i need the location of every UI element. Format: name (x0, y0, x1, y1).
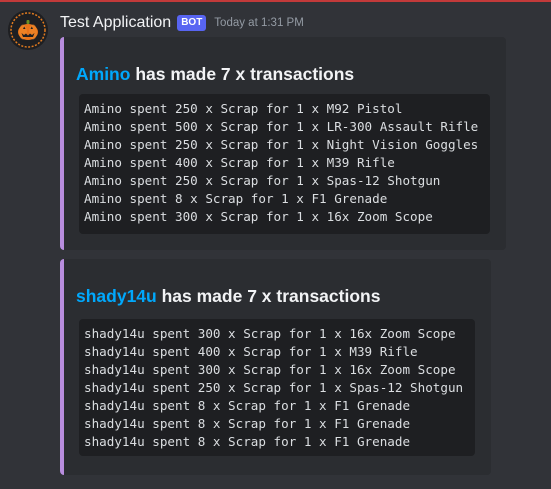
transaction-line: shady14u spent 400 x Scrap for 1 x M39 R… (84, 344, 418, 359)
transaction-line: Amino spent 250 x Scrap for 1 x Spas-12 … (84, 173, 441, 188)
author-avatar[interactable] (8, 10, 48, 50)
transaction-codeblock: shady14u spent 300 x Scrap for 1 x 16x Z… (79, 319, 475, 456)
embed-title-text: has made 7 x transactions (130, 64, 355, 84)
transaction-line: shady14u spent 300 x Scrap for 1 x 16x Z… (84, 362, 456, 377)
author-name[interactable]: Test Application (60, 14, 171, 32)
transaction-line: shady14u spent 8 x Scrap for 1 x F1 Gren… (84, 416, 411, 431)
transaction-line: shady14u spent 250 x Scrap for 1 x Spas-… (84, 380, 464, 395)
transaction-line: Amino spent 250 x Scrap for 1 x M92 Pist… (84, 101, 403, 116)
embed-title: Amino has made 7 x transactions (76, 64, 354, 85)
transaction-line: Amino spent 250 x Scrap for 1 x Night Vi… (84, 137, 479, 152)
embed-player-name[interactable]: Amino (76, 64, 130, 84)
transaction-line: shady14u spent 8 x Scrap for 1 x F1 Gren… (84, 434, 411, 449)
transaction-embed: Amino has made 7 x transactions Amino sp… (60, 37, 506, 250)
message-timestamp[interactable]: Today at 1:31 PM (214, 17, 304, 29)
bot-badge: BOT (177, 15, 207, 31)
transaction-line: Amino spent 300 x Scrap for 1 x 16x Zoom… (84, 209, 433, 224)
message-header: Test Application BOT Today at 1:31 PM (60, 12, 304, 34)
transaction-line: shady14u spent 8 x Scrap for 1 x F1 Gren… (84, 398, 411, 413)
chat-message: Test Application BOT Today at 1:31 PM Am… (0, 0, 551, 489)
embed-player-name[interactable]: shady14u (76, 286, 157, 306)
transaction-codeblock: Amino spent 250 x Scrap for 1 x M92 Pist… (79, 94, 490, 234)
transaction-line: shady14u spent 300 x Scrap for 1 x 16x Z… (84, 326, 456, 341)
embed-title-text: has made 7 x transactions (156, 286, 381, 306)
pumpkin-logo-icon (8, 10, 48, 50)
transaction-line: Amino spent 500 x Scrap for 1 x LR-300 A… (84, 119, 479, 134)
transaction-line: Amino spent 400 x Scrap for 1 x M39 Rifl… (84, 155, 395, 170)
embed-title: shady14u has made 7 x transactions (76, 286, 380, 307)
transaction-embed: shady14u has made 7 x transactions shady… (60, 259, 491, 475)
transaction-line: Amino spent 8 x Scrap for 1 x F1 Grenade (84, 191, 388, 206)
